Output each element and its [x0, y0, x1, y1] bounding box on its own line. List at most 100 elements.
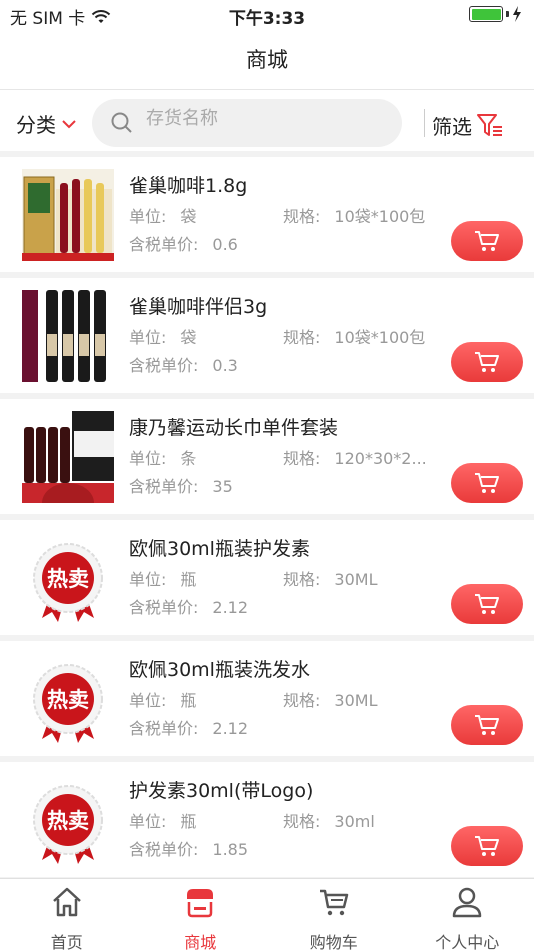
price-label: 含税单价: [129, 719, 199, 738]
spec-value: 10袋*100包 [334, 328, 426, 347]
charging-icon [513, 6, 521, 22]
status-right [469, 6, 522, 22]
price-label: 含税单价: [129, 356, 199, 375]
tab-label: 购物车 [309, 933, 358, 950]
product-item[interactable]: 雀巢咖啡伴侣3g 单位: 袋 规格: 10袋*100包含税单价: 0.3 [0, 278, 534, 399]
screen-label: 筛选 [432, 115, 472, 139]
price-value: 2.12 [212, 719, 249, 738]
product-price: 含税单价: 2.12 [129, 715, 248, 739]
price-label: 含税单价: [129, 598, 199, 617]
spec-label: 规格: [283, 328, 321, 347]
product-item[interactable]: 雀巢咖啡1.8g 单位: 袋 规格: 10袋*100包 含税单价: 0.6 [0, 157, 534, 278]
product-spec: 规格: 30ML [283, 687, 433, 711]
product-item[interactable]: 热卖 欧佩30ml瓶装护发素 单位: 瓶 规格: 30ML 含税单价: 2.12 [0, 520, 534, 641]
tab-cart[interactable]: 购物车 [267, 879, 401, 950]
tab-home[interactable]: 首页 [0, 879, 134, 950]
filter-divider [424, 109, 425, 137]
product-spec: 规格: 10袋*100包 [283, 203, 433, 227]
price-label: 含税单价: [129, 477, 199, 496]
spec-value: 30ml [334, 812, 375, 831]
product-unit: 单位: 条 [129, 445, 196, 469]
price-value: 1.85 [212, 840, 249, 859]
product-name: 护发素30ml(带Logo) [129, 780, 314, 802]
spec-value: 30ML [334, 691, 378, 710]
product-price: 含税单价: 0.3 [129, 352, 238, 376]
page-title: 商城 [0, 30, 534, 90]
spec-label: 规格: [283, 449, 321, 468]
cart-icon [473, 834, 501, 858]
add-to-cart-button[interactable] [451, 584, 523, 624]
filter-bar: 分类 筛选 [0, 91, 534, 157]
status-time: 下午3:33 [228, 9, 306, 29]
product-name: 雀巢咖啡1.8g [129, 175, 248, 197]
product-spec: 规格: 120*30*2... [283, 445, 433, 469]
spec-label: 规格: [283, 812, 321, 831]
price-label: 含税单价: [129, 235, 199, 254]
svg-text:热卖: 热卖 [47, 567, 89, 591]
search-input[interactable] [146, 99, 386, 137]
product-spec: 规格: 30ML [283, 566, 433, 590]
product-price: 含税单价: 1.85 [129, 836, 248, 860]
search-box[interactable] [92, 99, 402, 147]
add-to-cart-button[interactable] [451, 221, 523, 261]
product-image[interactable]: 热卖 [22, 774, 114, 866]
product-unit: 单位: 袋 [129, 324, 196, 348]
cart-icon [473, 350, 501, 374]
unit-label: 单位: [129, 691, 167, 710]
product-image[interactable]: 热卖 [22, 653, 114, 745]
unit-value: 袋 [180, 207, 197, 226]
product-unit: 单位: 瓶 [129, 808, 196, 832]
product-name: 康乃馨运动长巾单件套装 [129, 417, 339, 439]
filter-icon [477, 113, 502, 136]
add-to-cart-button[interactable] [451, 705, 523, 745]
price-label: 含税单价: [129, 840, 199, 859]
product-name: 欧佩30ml瓶装洗发水 [129, 659, 310, 681]
tab-label: 商城 [184, 933, 217, 950]
unit-label: 单位: [129, 812, 167, 831]
product-item[interactable]: 康乃馨运动长巾单件套装 单位: 条 规格: 120*30*2... 含税单价: 35 [0, 399, 534, 520]
tab-label: 个人中心 [435, 933, 500, 950]
unit-label: 单位: [129, 449, 167, 468]
product-unit: 单位: 瓶 [129, 566, 196, 590]
price-value: 2.12 [212, 598, 249, 617]
unit-value: 瓶 [180, 691, 197, 710]
product-list: 雀巢咖啡1.8g 单位: 袋规格: 10袋*100包 含税单价: 0.6 雀巢咖啡伴侣3g 单… [0, 157, 534, 883]
spec-value: 30ML [334, 570, 378, 589]
tab-store[interactable]: 商城 [134, 879, 268, 950]
price-value: 0.3 [212, 356, 238, 375]
product-image[interactable]: 热卖 [22, 532, 114, 624]
battery-icon [469, 6, 503, 22]
add-to-cart-button[interactable] [451, 342, 523, 382]
unit-label: 单位: [129, 570, 167, 589]
category-dropdown[interactable]: 分类 [16, 109, 76, 138]
product-item[interactable]: 热卖 护发素30ml(带Logo) 单位: 瓶 规格: 30ml 含税单价: 1.85 [0, 762, 534, 883]
product-image[interactable] [22, 290, 114, 382]
cart-icon [473, 713, 501, 737]
unit-value: 瓶 [180, 570, 197, 589]
screen-button[interactable]: 筛选 [432, 111, 504, 140]
product-image[interactable] [22, 169, 114, 261]
cart-icon [473, 471, 501, 495]
category-label: 分类 [16, 113, 56, 137]
add-to-cart-button[interactable] [451, 826, 523, 866]
spec-value: 120*30*2... [334, 449, 427, 468]
svg-text:热卖: 热卖 [47, 809, 89, 833]
battery-tip [506, 11, 509, 17]
cart-icon [473, 592, 501, 616]
store-icon [134, 885, 268, 919]
product-unit: 单位: 袋 [129, 203, 196, 227]
tab-person[interactable]: 个人中心 [401, 879, 534, 950]
spec-label: 规格: [283, 207, 321, 226]
product-image[interactable] [22, 411, 114, 503]
product-item[interactable]: 热卖 欧佩30ml瓶装洗发水 单位: 瓶 规格: 30ML 含税单价: 2.12 [0, 641, 534, 762]
spec-label: 规格: [283, 570, 321, 589]
add-to-cart-button[interactable] [451, 463, 523, 503]
product-name: 雀巢咖啡伴侣3g [129, 296, 268, 318]
price-value: 35 [212, 477, 233, 496]
product-name: 欧佩30ml瓶装护发素 [129, 538, 310, 560]
cart-icon [267, 885, 401, 919]
cart-icon [473, 229, 501, 253]
unit-label: 单位: [129, 207, 167, 226]
unit-value: 袋 [180, 328, 197, 347]
product-spec: 规格: 10袋*100包 [283, 324, 433, 348]
